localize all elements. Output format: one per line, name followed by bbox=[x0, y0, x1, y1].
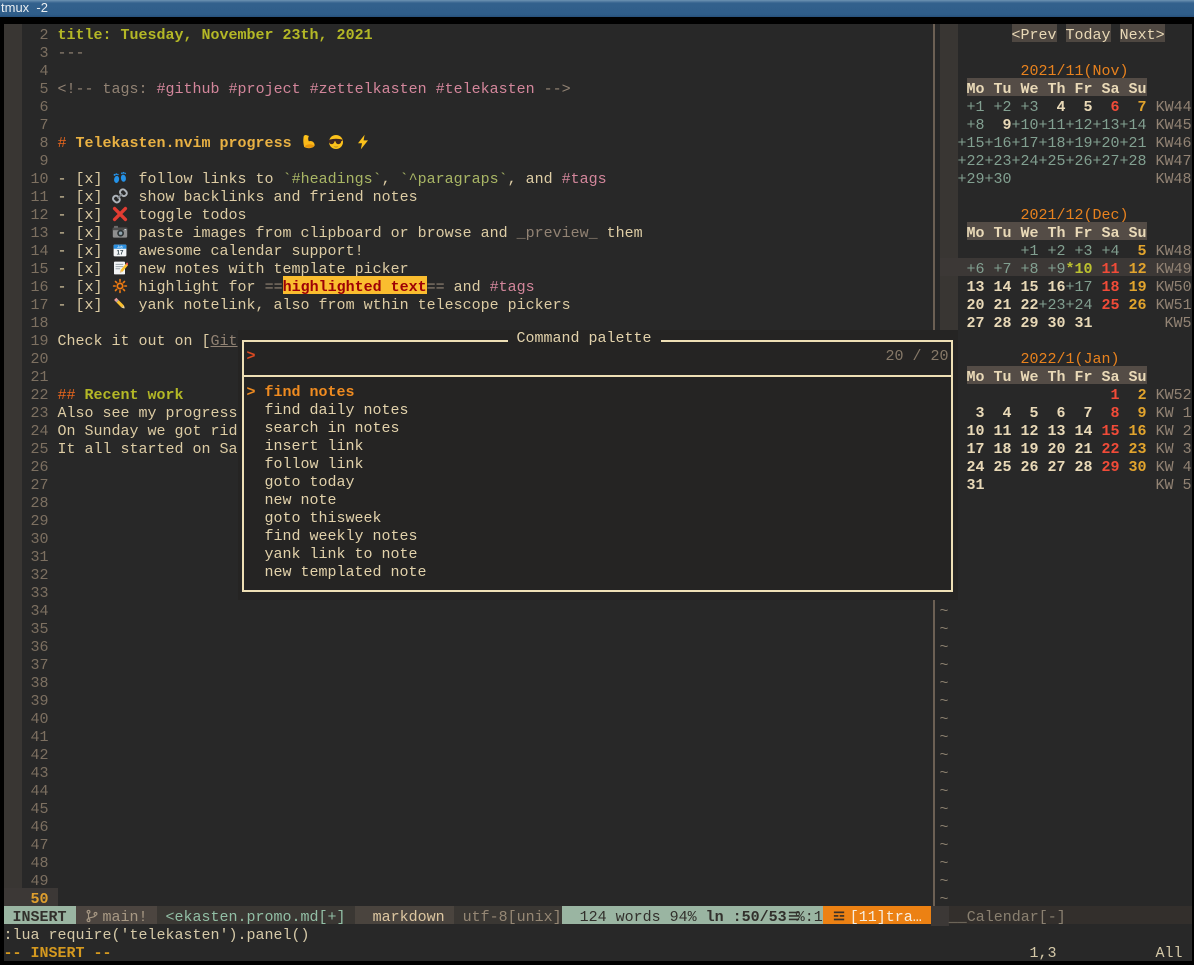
svg-text:July: July bbox=[115, 245, 122, 249]
svg-text:17: 17 bbox=[116, 250, 123, 257]
